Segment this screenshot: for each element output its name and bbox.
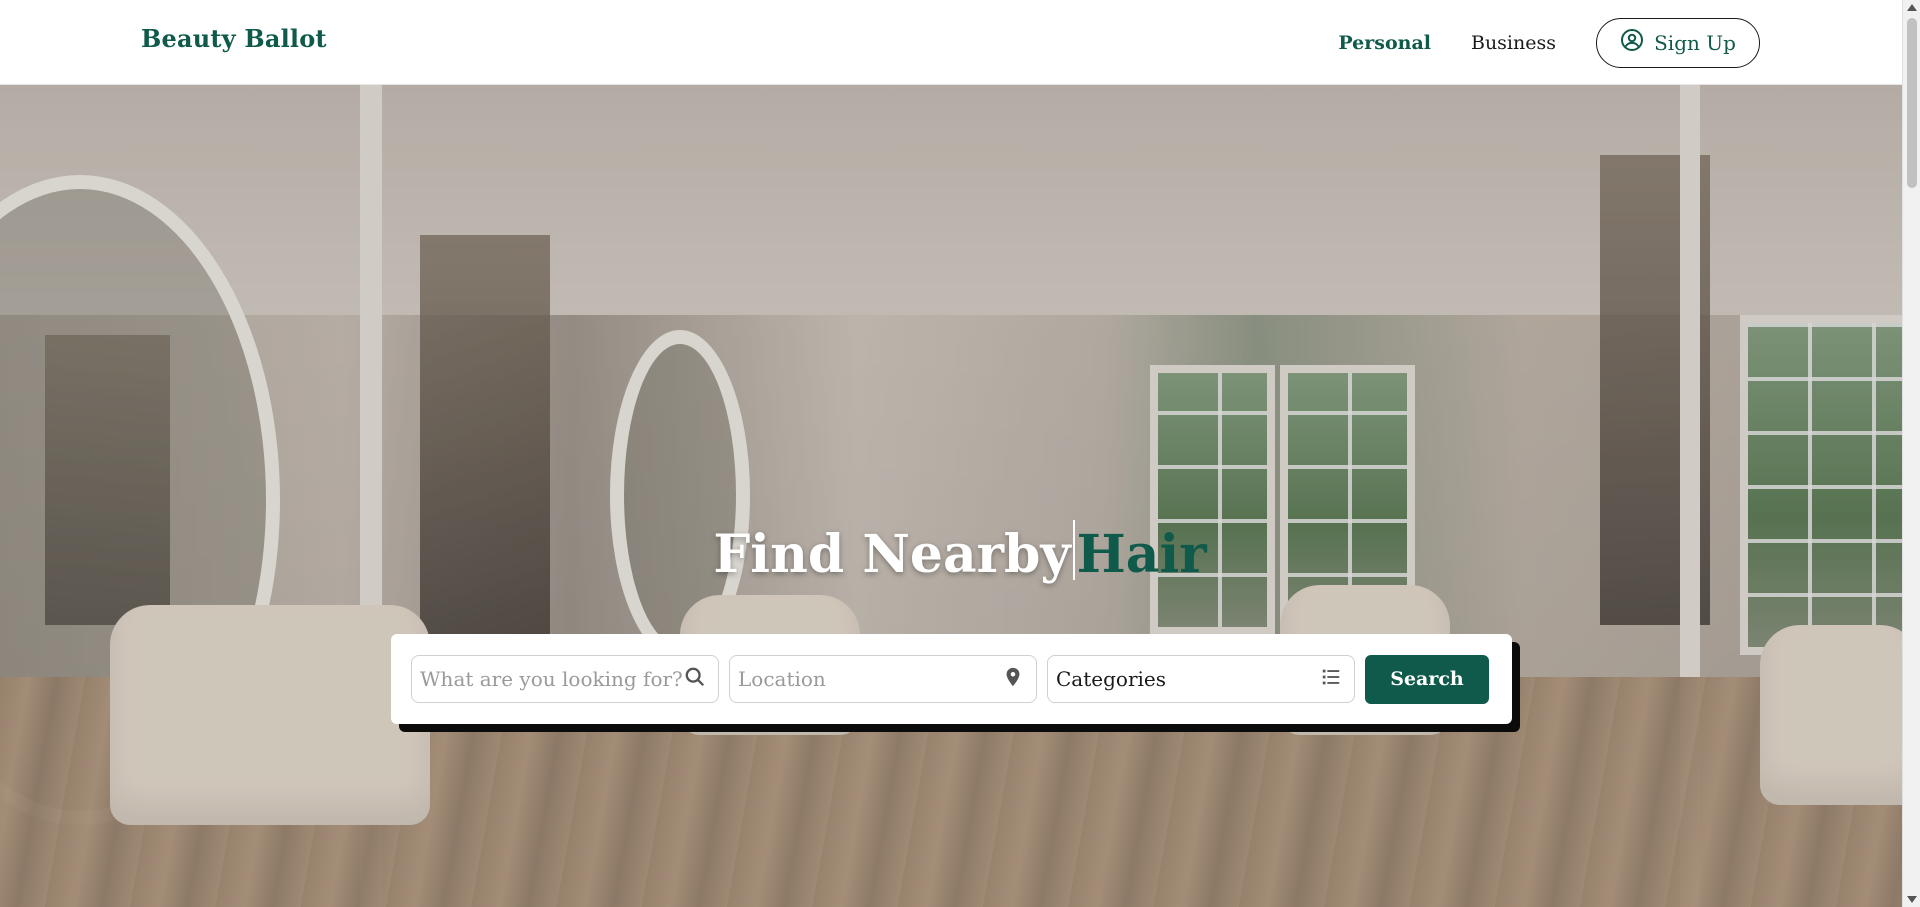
- search-query-placeholder: What are you looking for?: [420, 667, 683, 691]
- logo[interactable]: Beauty Ballot: [141, 24, 327, 53]
- location-placeholder: Location: [738, 667, 826, 691]
- headline-main: Find Nearby: [713, 524, 1071, 585]
- categories-value: Categories: [1056, 667, 1166, 691]
- search-query-field[interactable]: What are you looking for?: [411, 655, 719, 703]
- search-bar: What are you looking for? Location Categ…: [391, 634, 1512, 724]
- map-pin-icon: [1002, 666, 1024, 693]
- site-header: Beauty Ballot Personal Business Sign Up: [0, 0, 1902, 85]
- search-icon: [684, 666, 706, 693]
- page-scrollbar[interactable]: [1902, 0, 1920, 907]
- scroll-up-icon[interactable]: [1907, 4, 1917, 11]
- main-nav: Personal Business Sign Up: [1338, 0, 1902, 85]
- hero-banner: [0, 85, 1902, 907]
- scroll-down-icon[interactable]: [1907, 896, 1917, 903]
- user-circle-icon: [1620, 28, 1644, 57]
- hero-overlay: [0, 85, 1902, 907]
- scroll-thumb[interactable]: [1907, 18, 1917, 188]
- typing-cursor: [1072, 520, 1075, 580]
- sign-up-label: Sign Up: [1654, 30, 1736, 55]
- list-icon: [1320, 666, 1342, 693]
- nav-business[interactable]: Business: [1471, 32, 1556, 54]
- headline-accent: Hair: [1076, 524, 1207, 585]
- location-field[interactable]: Location: [729, 655, 1037, 703]
- categories-select[interactable]: Categories: [1047, 655, 1355, 703]
- sign-up-button[interactable]: Sign Up: [1596, 17, 1760, 68]
- search-button[interactable]: Search: [1365, 654, 1489, 704]
- hero-headline: Find Nearby Hair: [0, 520, 1920, 585]
- nav-personal[interactable]: Personal: [1338, 32, 1431, 54]
